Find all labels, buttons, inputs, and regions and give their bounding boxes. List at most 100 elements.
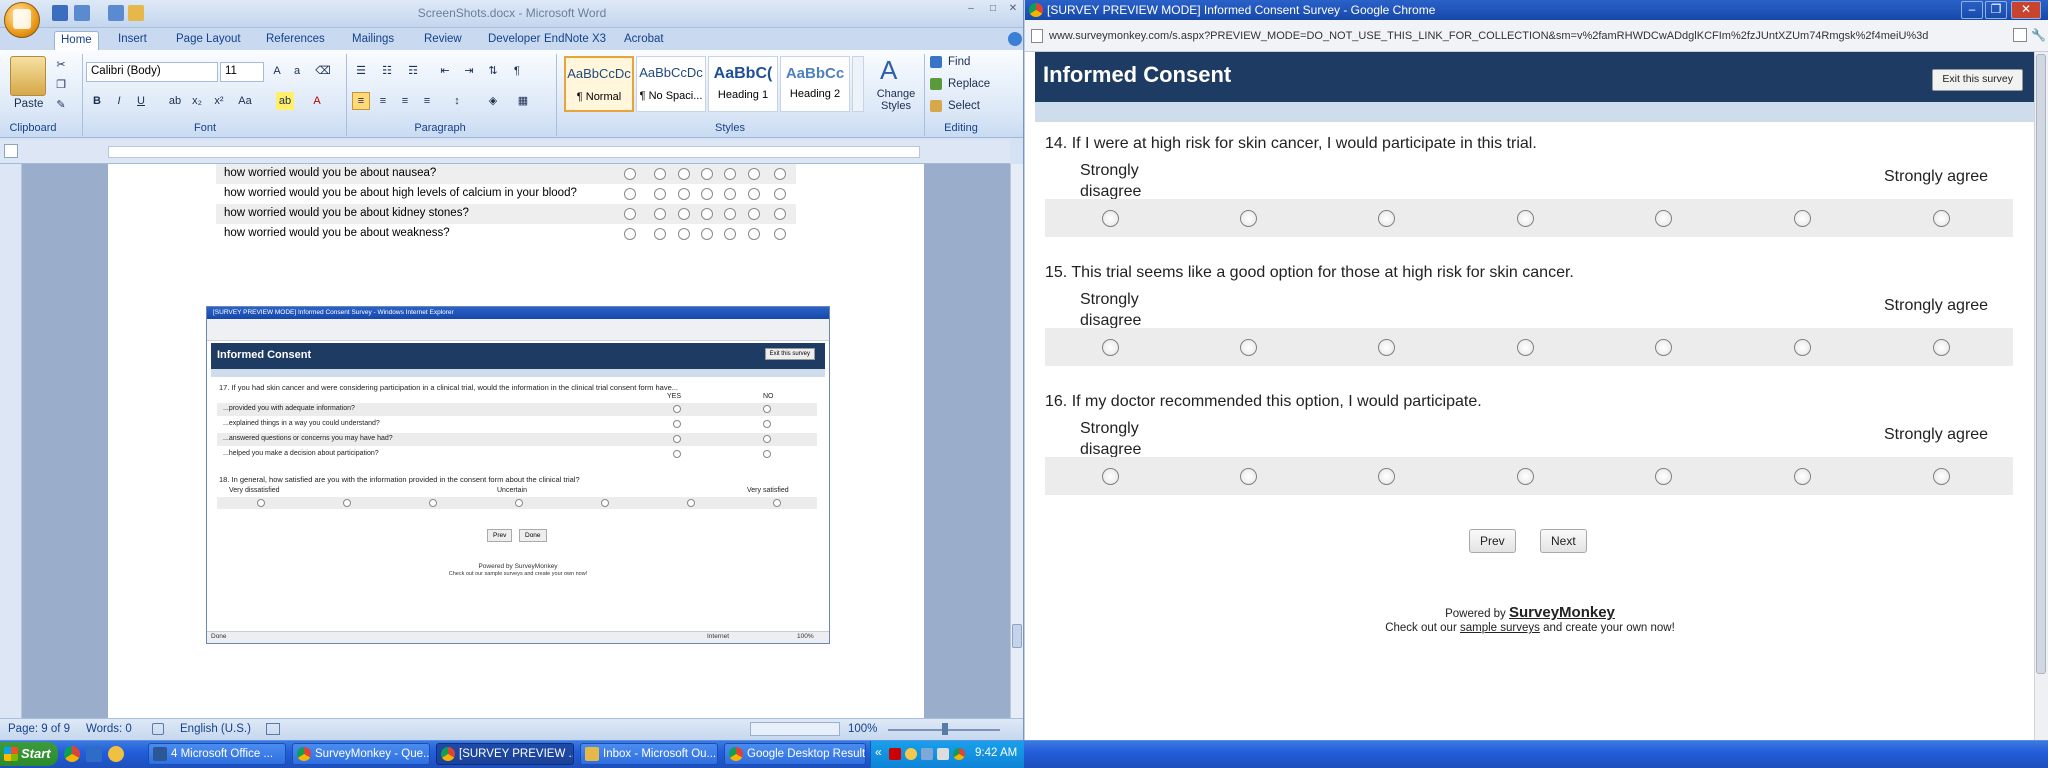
copy-icon[interactable]: ❐ [52,76,70,94]
taskbar-item-surveymonkey[interactable]: SurveyMonkey - Que... [292,743,430,765]
proofing-icon[interactable] [152,723,164,735]
surveymonkey-link[interactable]: SurveyMonkey [1509,604,1615,621]
network-tray-icon[interactable] [921,748,933,760]
word-vertical-scrollbar[interactable] [1010,164,1023,718]
highlight-icon[interactable]: ab [276,92,294,110]
sort-icon[interactable]: ⇅ [484,62,502,80]
tab-acrobat[interactable] [706,31,718,50]
scale-radio[interactable] [1517,468,1534,485]
taskbar-item-google-desktop[interactable]: Google Desktop Results [724,743,866,765]
undo-icon[interactable] [74,5,90,21]
align-left-icon[interactable]: ≡ [352,92,370,110]
bullets-icon[interactable]: ☰ [352,62,370,80]
clock[interactable]: 9:42 AM [975,747,1017,759]
help-icon[interactable] [1008,32,1022,46]
quicklaunch-messenger-icon[interactable] [108,746,124,762]
scroll-thumb[interactable] [1012,624,1022,648]
macro-record-icon[interactable] [266,723,280,735]
clear-format-icon[interactable]: ⌫ [314,62,332,80]
scroll-thumb[interactable] [2036,54,2046,674]
tab-insert[interactable]: Insert [112,31,153,50]
scale-radio[interactable] [1102,210,1119,227]
scale-radio[interactable] [1378,339,1395,356]
tab-home[interactable]: Home [54,31,99,50]
taskbar-item-office[interactable]: 4 Microsoft Office ... [148,743,286,765]
taskbar-item-survey-preview[interactable]: [SURVEY PREVIEW ... [436,743,574,765]
status-words[interactable]: Words: 0 [86,723,132,735]
view-buttons[interactable] [750,722,840,736]
scale-radio[interactable] [1378,210,1395,227]
replace-button[interactable]: Replace [948,78,990,90]
exit-survey-button[interactable]: Exit this survey [1932,69,2023,91]
scale-radio[interactable] [1794,468,1811,485]
paste-icon[interactable] [10,56,46,96]
tab-mailings[interactable]: Mailings [346,31,400,50]
volume-tray-icon[interactable] [937,748,949,760]
quicklaunch-ie-icon[interactable] [86,746,102,762]
scale-radio[interactable] [1655,468,1672,485]
grow-font-icon[interactable]: A [268,62,286,80]
ruler-scale[interactable] [108,146,920,158]
status-language[interactable]: English (U.S.) [180,723,251,735]
start-button[interactable]: Start [0,742,58,766]
underline-icon[interactable]: U [132,92,150,110]
scale-radio[interactable] [1933,210,1950,227]
change-styles-icon[interactable]: A [880,56,908,84]
shading-icon[interactable]: ◈ [484,92,502,110]
styles-gallery-scroll[interactable] [852,56,864,112]
redo-icon[interactable] [108,5,124,21]
status-page[interactable]: Page: 9 of 9 [8,723,70,735]
sample-surveys-link[interactable]: sample surveys [1460,622,1540,634]
open-folder-icon[interactable] [128,5,144,21]
style-normal[interactable]: AaBbCcDc ¶ Normal [564,56,634,112]
tab-references[interactable]: References [260,31,331,50]
vertical-ruler[interactable] [0,164,22,718]
scale-radio[interactable] [1102,339,1119,356]
close-icon[interactable]: ✕ [2011,1,2041,19]
style-heading-1[interactable]: AaBbC( Heading 1 [708,56,778,112]
scale-radio[interactable] [1102,468,1119,485]
scale-radio[interactable] [1517,210,1534,227]
acrobat-tray-icon[interactable] [889,748,901,760]
minimize-icon[interactable]: – [962,2,980,16]
scale-radio[interactable] [1655,339,1672,356]
address-bar[interactable]: www.surveymonkey.com/s.aspx?PREVIEW_MODE… [1025,20,2048,52]
scale-radio[interactable] [1933,339,1950,356]
decrease-indent-icon[interactable]: ⇤ [436,62,454,80]
tab-page-layout[interactable]: Page Layout [170,31,247,50]
font-color-icon[interactable]: A [308,92,326,110]
next-button[interactable]: Next [1540,529,1587,553]
chrome-vertical-scrollbar[interactable] [2034,52,2048,740]
borders-icon[interactable]: ▦ [514,92,532,110]
zoom-slider-thumb[interactable] [942,723,948,735]
scale-radio[interactable] [1794,339,1811,356]
tab-developer[interactable]: EndNote X3 [538,31,612,50]
tab-endnote[interactable]: Acrobat [618,31,670,50]
google-tray-icon[interactable] [953,748,965,760]
minimize-icon[interactable]: – [1961,1,1983,19]
scale-radio[interactable] [1933,468,1950,485]
line-spacing-icon[interactable]: ↕ [448,92,466,110]
scale-radio[interactable] [1655,210,1672,227]
justify-icon[interactable]: ≡ [418,92,436,110]
cut-icon[interactable]: ✂ [52,56,70,74]
style-heading-2[interactable]: AaBbCc Heading 2 [780,56,850,112]
italic-icon[interactable]: I [110,92,128,110]
show-marks-icon[interactable]: ¶ [508,62,526,80]
multilevel-list-icon[interactable]: ☶ [404,62,422,80]
close-icon[interactable]: ✕ [1004,2,1022,16]
prev-button[interactable]: Prev [1469,529,1516,553]
numbering-icon[interactable]: ☷ [378,62,396,80]
bold-icon[interactable]: B [88,92,106,110]
change-case-icon[interactable]: Aa [236,92,254,110]
increase-indent-icon[interactable]: ⇥ [460,62,478,80]
superscript-icon[interactable]: x² [210,92,228,110]
subscript-icon[interactable]: x₂ [188,92,206,110]
scale-radio[interactable] [1517,339,1534,356]
tab-view[interactable]: Developer [482,31,546,50]
scale-radio[interactable] [1240,339,1257,356]
select-button[interactable]: Select [948,100,980,112]
scale-radio[interactable] [1240,210,1257,227]
taskbar-item-outlook[interactable]: Inbox - Microsoft Ou... [580,743,718,765]
shrink-font-icon[interactable]: a [288,62,306,80]
